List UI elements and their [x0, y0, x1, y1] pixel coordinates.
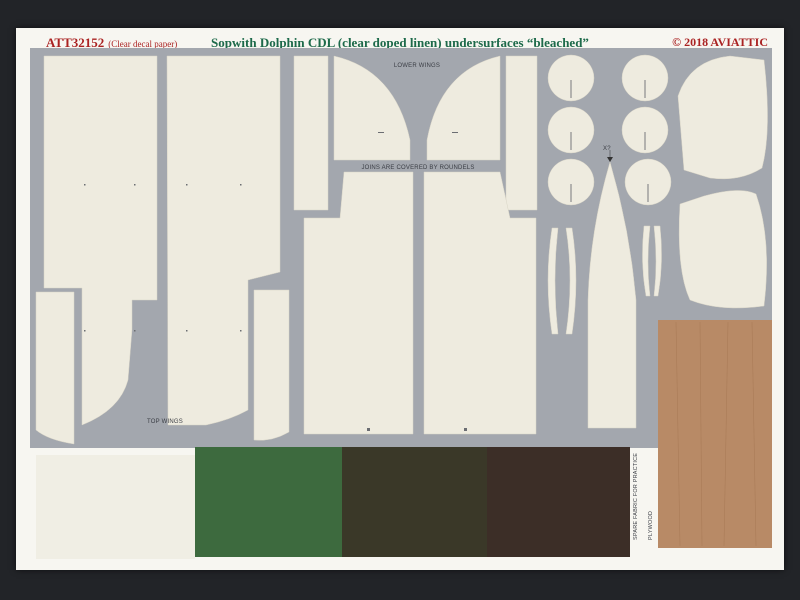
- top-wing-tip-right: [253, 289, 290, 441]
- register-mark: [134, 184, 136, 186]
- register-mark: [240, 330, 242, 332]
- lower-wings-label: LOWER WINGS: [394, 63, 440, 69]
- elevator-panel-upper: [677, 55, 768, 180]
- top-wings-label: TOP WINGS: [147, 419, 183, 425]
- register-mark: [186, 184, 188, 186]
- swatch-green: [195, 447, 342, 557]
- register-mark: [378, 132, 384, 133]
- lower-wing-strip-left: [293, 55, 329, 211]
- top-wing-tip-left: [35, 291, 75, 445]
- joins-label: JOINS ARE COVERED BY ROUNDELS: [361, 165, 474, 171]
- lower-wing-strip-right: [505, 55, 538, 211]
- plywood-label: PLYWOOD: [648, 511, 654, 540]
- elevator-panel-lower: [678, 190, 767, 309]
- register-mark: [367, 428, 370, 431]
- swatch-olive: [342, 447, 487, 557]
- spare-fabric-label: SPARE FABRIC FOR PRACTICE: [633, 453, 639, 540]
- register-mark: [134, 330, 136, 332]
- swatch-linen: [36, 455, 195, 559]
- register-mark: [186, 330, 188, 332]
- register-mark: [464, 428, 467, 431]
- decal-artwork: LOWER WINGS JOINS ARE COVERED BY ROUNDEL…: [30, 48, 772, 559]
- marker-label: X?: [603, 146, 611, 152]
- register-mark: [452, 132, 458, 133]
- register-mark: [240, 184, 242, 186]
- register-mark: [84, 330, 86, 332]
- swatch-brown: [487, 447, 630, 557]
- register-mark: [84, 184, 86, 186]
- swatch-plywood: [658, 320, 772, 548]
